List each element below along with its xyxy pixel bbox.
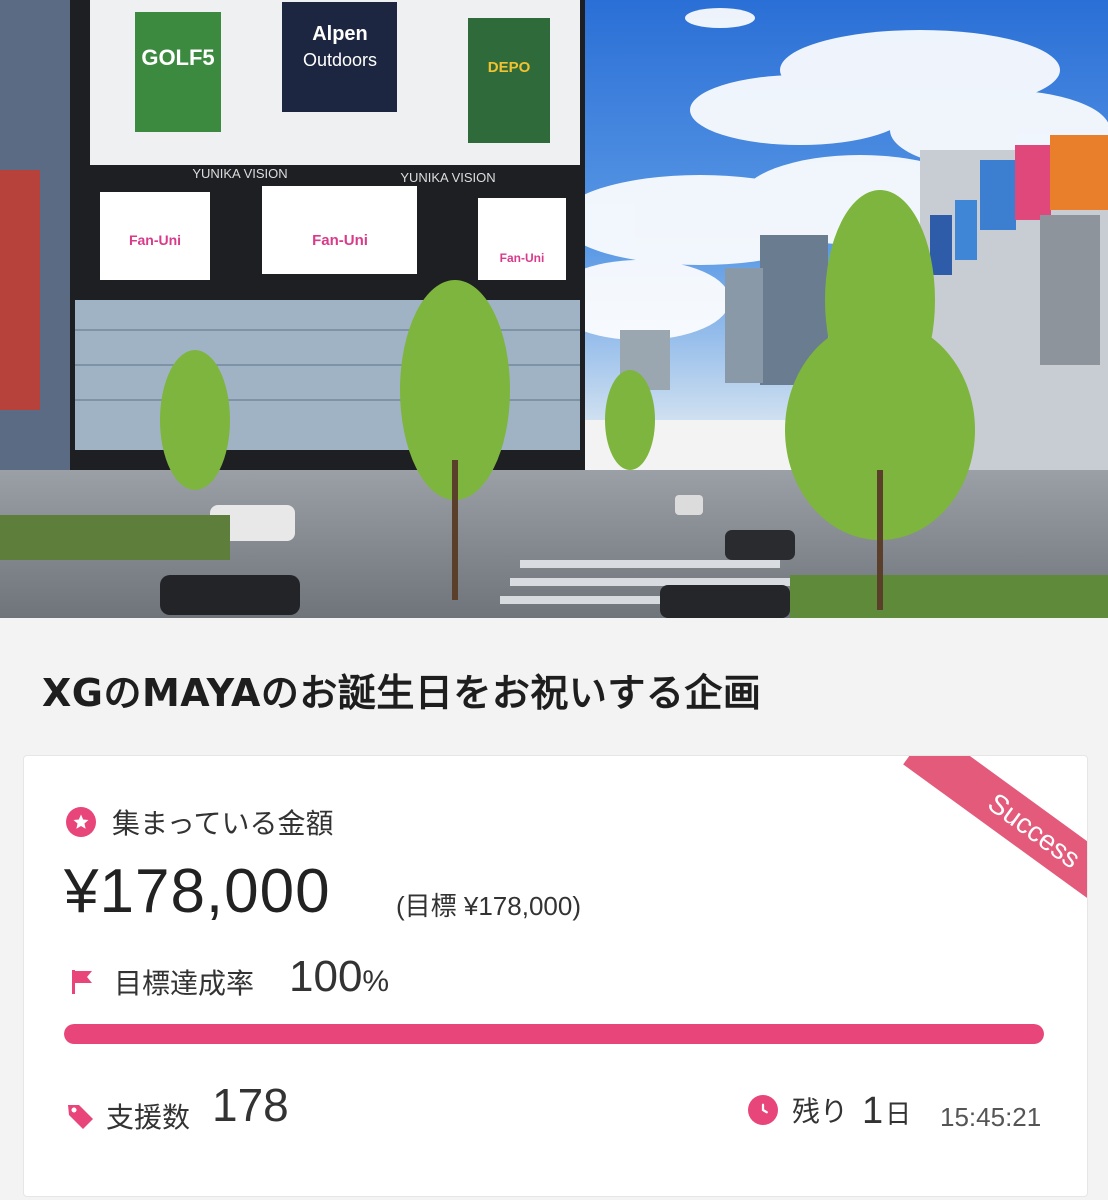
remaining-days: 1日 — [862, 1090, 911, 1133]
star-icon — [66, 807, 96, 837]
remaining-row: 残り — [748, 1090, 848, 1130]
supporters-row: 支援数 — [64, 1096, 190, 1136]
funding-card: Success 集まっている金額 ¥178,000 (目標 ¥178,000) … — [23, 755, 1088, 1197]
billboard-depo: DEPO — [488, 59, 531, 76]
remaining-label: 残り — [792, 1095, 849, 1128]
remaining-time: 15:45:21 — [940, 1102, 1042, 1132]
success-ribbon: Success — [903, 756, 1087, 935]
rate-row: 目標達成率 — [68, 962, 254, 1002]
billboard-alpen-sub: Outdoors — [303, 50, 377, 70]
collected-label: 集まっている金額 — [112, 807, 334, 840]
rate-value: 100% — [289, 952, 389, 1002]
project-title: XGのMAYAのお誕生日をお祝いする企画 — [42, 671, 762, 715]
hero-photo: GOLF5 Alpen Outdoors DEPO YUNIKA VISION … — [0, 0, 1108, 618]
screen-brand-3: Fan-Uni — [500, 251, 545, 265]
vision-label-2: YUNIKA VISION — [400, 170, 495, 185]
tag-icon — [64, 1100, 96, 1132]
clock-icon — [748, 1095, 778, 1125]
screen-brand-1: Fan-Uni — [129, 232, 181, 248]
billboard-golf5: GOLF5 — [141, 45, 214, 70]
flag-icon — [68, 967, 98, 997]
supporters-value: 178 — [212, 1079, 289, 1131]
goal-amount: (目標 ¥178,000) — [396, 891, 581, 921]
vision-label-1: YUNIKA VISION — [192, 166, 287, 181]
progress-fill — [64, 1024, 1044, 1044]
supporters-label: 支援数 — [106, 1101, 191, 1134]
rate-label: 目標達成率 — [114, 967, 255, 1000]
remaining-days-unit: 日 — [885, 1099, 912, 1129]
billboard-alpen: Alpen — [312, 23, 368, 45]
collected-row: 集まっている金額 — [66, 802, 333, 842]
progress-bar — [64, 1024, 1044, 1044]
rate-number: 100 — [289, 952, 363, 1001]
rate-unit: % — [362, 965, 390, 998]
remaining-days-number: 1 — [862, 1090, 884, 1132]
hero-photo-illustration: GOLF5 Alpen Outdoors DEPO YUNIKA VISION … — [0, 0, 1108, 618]
screen-brand-2: Fan-Uni — [312, 232, 368, 249]
collected-amount: ¥178,000 — [64, 857, 331, 926]
